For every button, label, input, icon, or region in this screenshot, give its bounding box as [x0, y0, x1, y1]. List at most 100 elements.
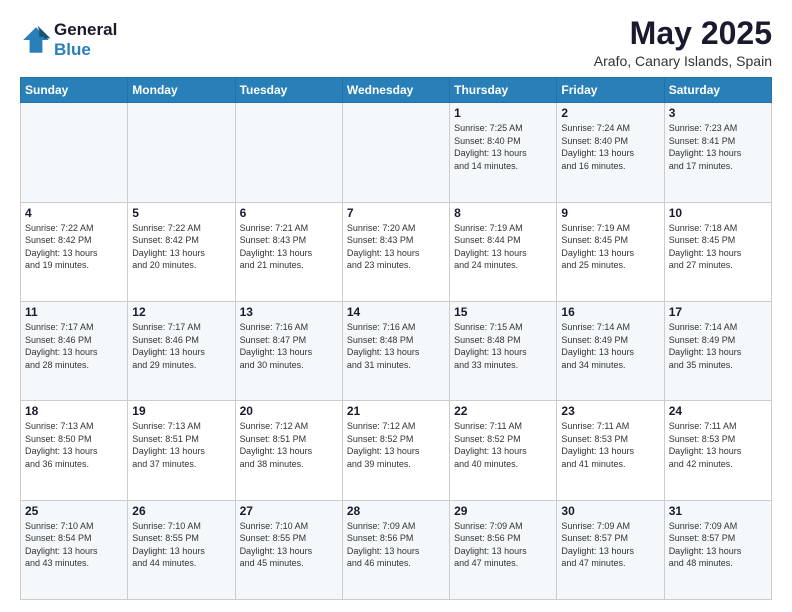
calendar-cell: 5 Sunrise: 7:22 AM Sunset: 8:42 PM Daylig… [128, 202, 235, 301]
day-info: Sunrise: 7:17 AM Sunset: 8:46 PM Dayligh… [25, 321, 123, 371]
day-info: Sunrise: 7:13 AM Sunset: 8:50 PM Dayligh… [25, 420, 123, 470]
calendar-cell [235, 103, 342, 202]
day-number: 31 [669, 504, 767, 518]
calendar-cell: 18 Sunrise: 7:13 AM Sunset: 8:50 PM Dayli… [21, 401, 128, 500]
day-info: Sunrise: 7:19 AM Sunset: 8:44 PM Dayligh… [454, 222, 552, 272]
logo-text: General Blue [54, 20, 117, 59]
day-number: 27 [240, 504, 338, 518]
calendar-cell: 21Sunrise: 7:12 AM Sunset: 8:52 PM Dayli… [342, 401, 449, 500]
calendar-cell: 23Sunrise: 7:11 AM Sunset: 8:53 PM Dayli… [557, 401, 664, 500]
day-info: Sunrise: 7:10 AM Sunset: 8:55 PM Dayligh… [240, 520, 338, 570]
day-number: 26 [132, 504, 230, 518]
calendar-cell: 31 Sunrise: 7:09 AM Sunset: 8:57 PM Dayli… [664, 500, 771, 599]
calendar-cell: 28 Sunrise: 7:09 AM Sunset: 8:56 PM Dayli… [342, 500, 449, 599]
day-number: 18 [25, 404, 123, 418]
calendar-cell: 2Sunrise: 7:24 AM Sunset: 8:40 PM Daylig… [557, 103, 664, 202]
day-number: 24 [669, 404, 767, 418]
calendar-cell: 26 Sunrise: 7:10 AM Sunset: 8:55 PM Dayli… [128, 500, 235, 599]
day-info: Sunrise: 7:09 AM Sunset: 8:57 PM Dayligh… [669, 520, 767, 570]
calendar-cell: 16Sunrise: 7:14 AM Sunset: 8:49 PM Dayli… [557, 301, 664, 400]
calendar-table: SundayMondayTuesdayWednesdayThursdayFrid… [20, 77, 772, 600]
day-info: Sunrise: 7:14 AM Sunset: 8:49 PM Dayligh… [669, 321, 767, 371]
day-info: Sunrise: 7:16 AM Sunset: 8:47 PM Dayligh… [240, 321, 338, 371]
location: Arafo, Canary Islands, Spain [594, 53, 772, 69]
day-info: Sunrise: 7:20 AM Sunset: 8:43 PM Dayligh… [347, 222, 445, 272]
calendar-cell [21, 103, 128, 202]
day-info: Sunrise: 7:22 AM Sunset: 8:42 PM Dayligh… [132, 222, 230, 272]
day-info: Sunrise: 7:13 AM Sunset: 8:51 PM Dayligh… [132, 420, 230, 470]
col-header-saturday: Saturday [664, 78, 771, 103]
day-info: Sunrise: 7:09 AM Sunset: 8:57 PM Dayligh… [561, 520, 659, 570]
calendar-cell: 29 Sunrise: 7:09 AM Sunset: 8:56 PM Dayli… [450, 500, 557, 599]
day-number: 10 [669, 206, 767, 220]
day-number: 15 [454, 305, 552, 319]
day-number: 7 [347, 206, 445, 220]
calendar-week-4: 18 Sunrise: 7:13 AM Sunset: 8:50 PM Dayli… [21, 401, 772, 500]
calendar-week-5: 25Sunrise: 7:10 AM Sunset: 8:54 PM Dayli… [21, 500, 772, 599]
title-block: May 2025 Arafo, Canary Islands, Spain [594, 16, 772, 69]
day-info: Sunrise: 7:09 AM Sunset: 8:56 PM Dayligh… [347, 520, 445, 570]
logo-icon [20, 24, 52, 56]
day-info: Sunrise: 7:12 AM Sunset: 8:51 PM Dayligh… [240, 420, 338, 470]
day-number: 9 [561, 206, 659, 220]
day-number: 11 [25, 305, 123, 319]
day-info: Sunrise: 7:21 AM Sunset: 8:43 PM Dayligh… [240, 222, 338, 272]
day-number: 22 [454, 404, 552, 418]
page: General Blue May 2025 Arafo, Canary Isla… [0, 0, 792, 612]
day-info: Sunrise: 7:16 AM Sunset: 8:48 PM Dayligh… [347, 321, 445, 371]
calendar-cell: 3 Sunrise: 7:23 AM Sunset: 8:41 PM Daylig… [664, 103, 771, 202]
day-info: Sunrise: 7:11 AM Sunset: 8:52 PM Dayligh… [454, 420, 552, 470]
day-info: Sunrise: 7:17 AM Sunset: 8:46 PM Dayligh… [132, 321, 230, 371]
day-number: 13 [240, 305, 338, 319]
calendar-cell: 12 Sunrise: 7:17 AM Sunset: 8:46 PM Dayli… [128, 301, 235, 400]
day-number: 4 [25, 206, 123, 220]
day-number: 1 [454, 106, 552, 120]
day-number: 12 [132, 305, 230, 319]
day-info: Sunrise: 7:19 AM Sunset: 8:45 PM Dayligh… [561, 222, 659, 272]
col-header-thursday: Thursday [450, 78, 557, 103]
day-number: 17 [669, 305, 767, 319]
calendar-cell: 8 Sunrise: 7:19 AM Sunset: 8:44 PM Daylig… [450, 202, 557, 301]
col-header-monday: Monday [128, 78, 235, 103]
col-header-friday: Friday [557, 78, 664, 103]
day-info: Sunrise: 7:11 AM Sunset: 8:53 PM Dayligh… [561, 420, 659, 470]
calendar-cell: 19 Sunrise: 7:13 AM Sunset: 8:51 PM Dayli… [128, 401, 235, 500]
day-number: 8 [454, 206, 552, 220]
day-info: Sunrise: 7:23 AM Sunset: 8:41 PM Dayligh… [669, 122, 767, 172]
calendar-cell: 20 Sunrise: 7:12 AM Sunset: 8:51 PM Dayli… [235, 401, 342, 500]
calendar-week-1: 1Sunrise: 7:25 AM Sunset: 8:40 PM Daylig… [21, 103, 772, 202]
calendar-cell: 6Sunrise: 7:21 AM Sunset: 8:43 PM Daylig… [235, 202, 342, 301]
day-number: 29 [454, 504, 552, 518]
calendar-cell: 11 Sunrise: 7:17 AM Sunset: 8:46 PM Dayli… [21, 301, 128, 400]
logo: General Blue [20, 20, 117, 59]
calendar-cell: 10Sunrise: 7:18 AM Sunset: 8:45 PM Dayli… [664, 202, 771, 301]
day-number: 21 [347, 404, 445, 418]
calendar-cell: 14 Sunrise: 7:16 AM Sunset: 8:48 PM Dayli… [342, 301, 449, 400]
calendar-cell: 1Sunrise: 7:25 AM Sunset: 8:40 PM Daylig… [450, 103, 557, 202]
calendar-week-3: 11 Sunrise: 7:17 AM Sunset: 8:46 PM Dayli… [21, 301, 772, 400]
col-header-wednesday: Wednesday [342, 78, 449, 103]
col-header-tuesday: Tuesday [235, 78, 342, 103]
calendar-cell [342, 103, 449, 202]
day-number: 5 [132, 206, 230, 220]
calendar-header-row: SundayMondayTuesdayWednesdayThursdayFrid… [21, 78, 772, 103]
day-info: Sunrise: 7:24 AM Sunset: 8:40 PM Dayligh… [561, 122, 659, 172]
day-number: 3 [669, 106, 767, 120]
calendar-week-2: 4 Sunrise: 7:22 AM Sunset: 8:42 PM Daylig… [21, 202, 772, 301]
day-number: 28 [347, 504, 445, 518]
day-info: Sunrise: 7:22 AM Sunset: 8:42 PM Dayligh… [25, 222, 123, 272]
day-number: 16 [561, 305, 659, 319]
calendar-cell: 9 Sunrise: 7:19 AM Sunset: 8:45 PM Daylig… [557, 202, 664, 301]
col-header-sunday: Sunday [21, 78, 128, 103]
calendar-cell: 25Sunrise: 7:10 AM Sunset: 8:54 PM Dayli… [21, 500, 128, 599]
calendar-cell: 30Sunrise: 7:09 AM Sunset: 8:57 PM Dayli… [557, 500, 664, 599]
day-info: Sunrise: 7:09 AM Sunset: 8:56 PM Dayligh… [454, 520, 552, 570]
calendar-cell: 17 Sunrise: 7:14 AM Sunset: 8:49 PM Dayli… [664, 301, 771, 400]
day-info: Sunrise: 7:10 AM Sunset: 8:55 PM Dayligh… [132, 520, 230, 570]
day-number: 14 [347, 305, 445, 319]
month-title: May 2025 [594, 16, 772, 51]
day-number: 19 [132, 404, 230, 418]
calendar-cell [128, 103, 235, 202]
day-number: 20 [240, 404, 338, 418]
calendar-cell: 15Sunrise: 7:15 AM Sunset: 8:48 PM Dayli… [450, 301, 557, 400]
